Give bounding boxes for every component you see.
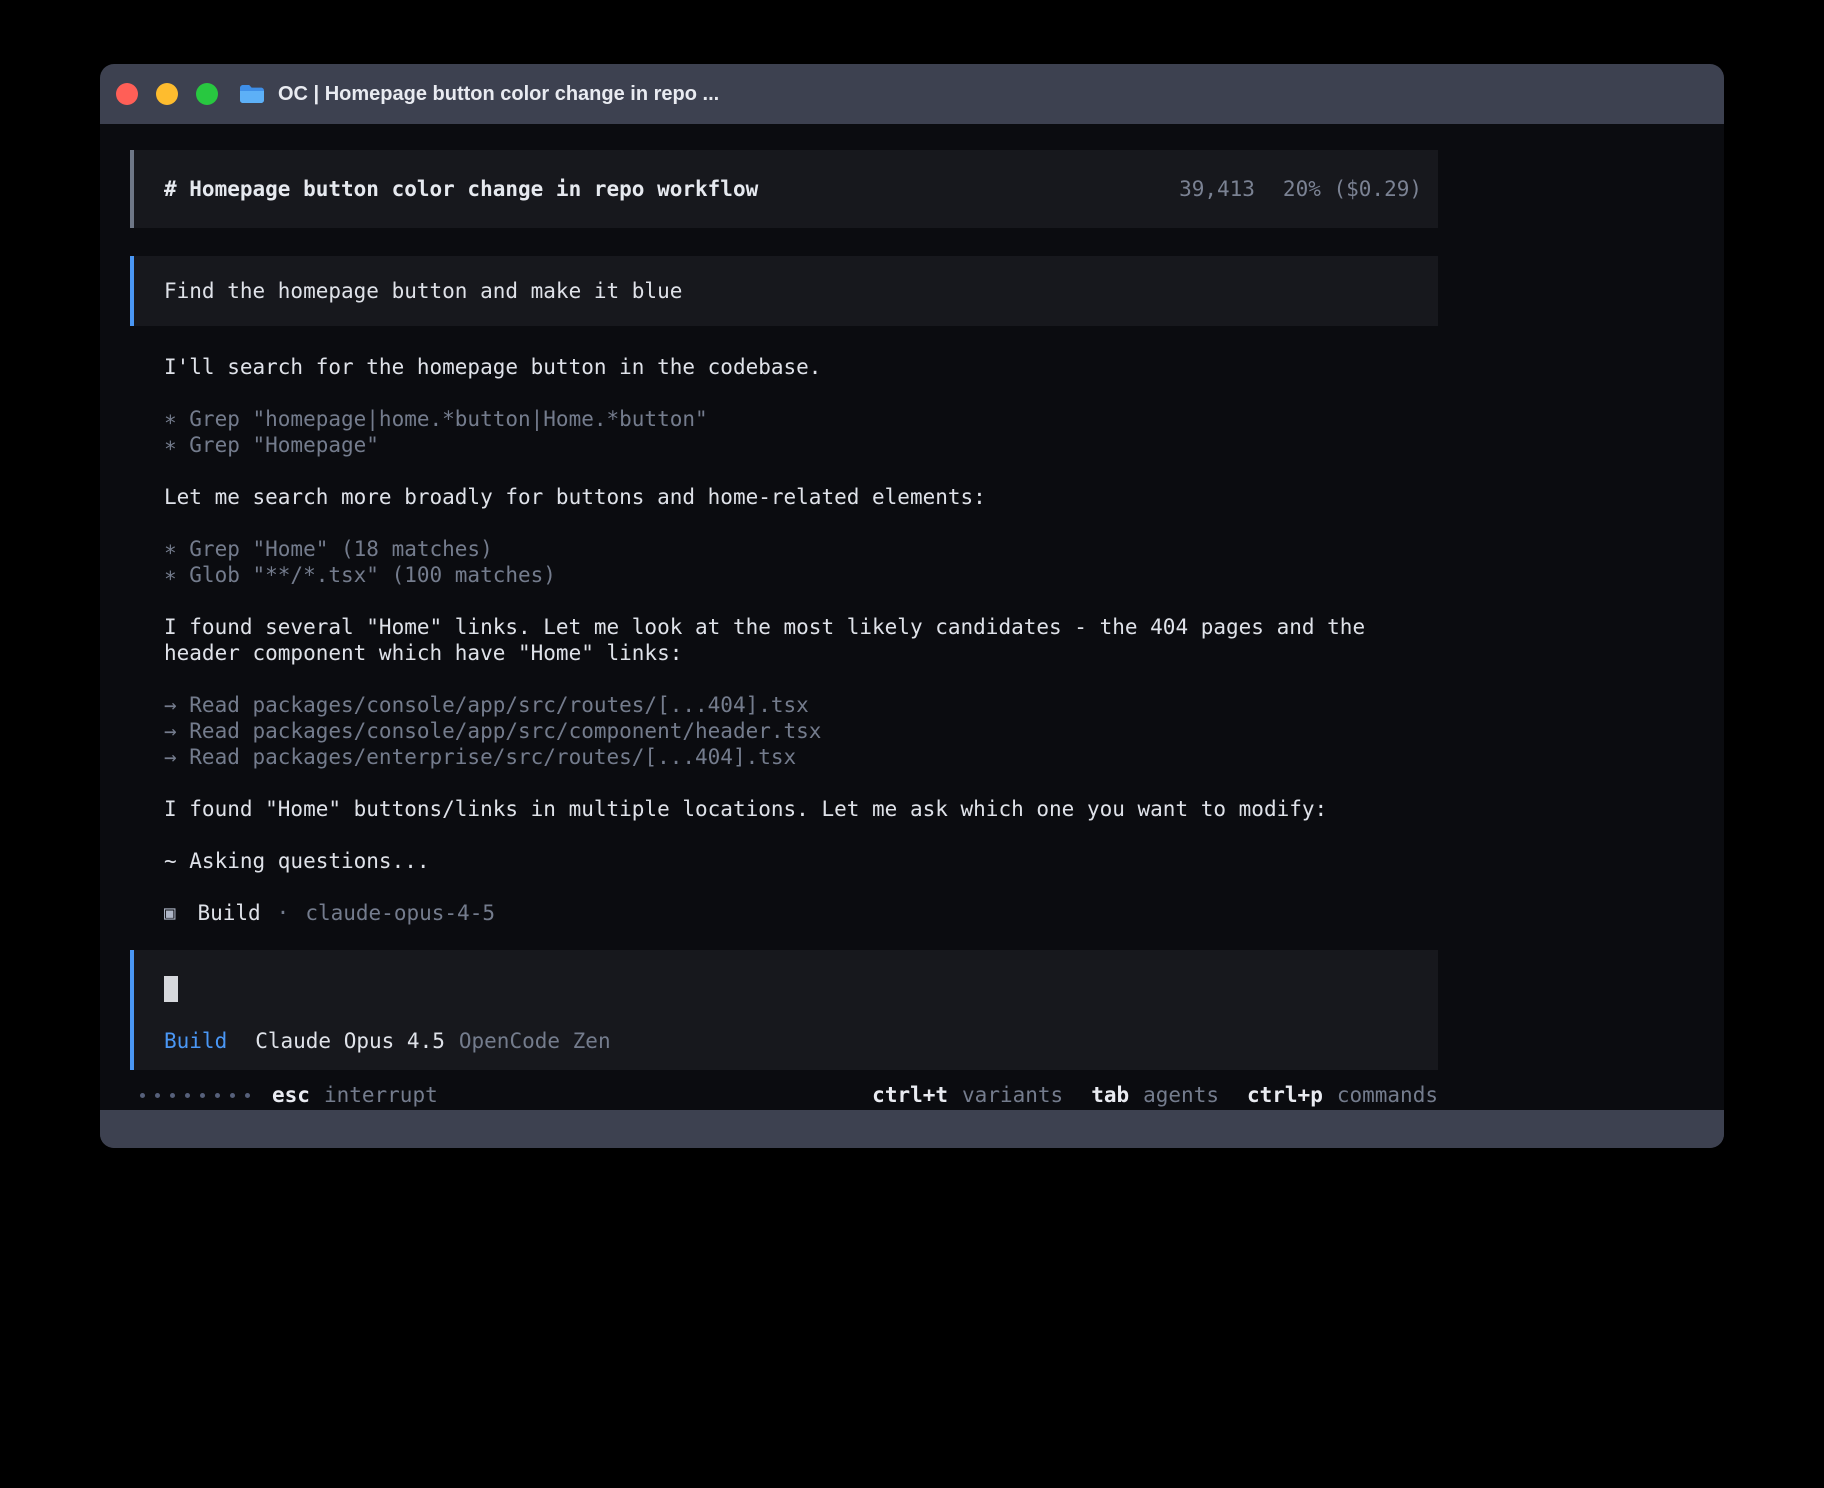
status-bar-right: ctrl+t variants tab agents ctrl+p comman…	[872, 1082, 1438, 1108]
assistant-paragraph: I found "Home" buttons/links in multiple…	[130, 796, 1438, 822]
titlebar: OC | Homepage button color change in rep…	[100, 64, 1724, 124]
asking-status-line: ~ Asking questions...	[164, 848, 1438, 874]
status-bar: esc interrupt ctrl+t variants tab agents…	[130, 1082, 1438, 1108]
agent-status-line: ▣ Build · claude-opus-4-5	[130, 900, 1438, 926]
prompt-input-block[interactable]: Build Claude Opus 4.5 OpenCode Zen	[130, 950, 1438, 1070]
agent-model: claude-opus-4-5	[305, 900, 495, 926]
agent-separator: ·	[277, 900, 290, 926]
window-bottom-chrome	[100, 1110, 1724, 1148]
grep-tool-line: ∗ Grep "Home" (18 matches)	[164, 536, 1438, 562]
session-title: # Homepage button color change in repo w…	[164, 176, 758, 202]
agent-name: Build	[197, 900, 260, 926]
tool-call-group: ∗ Grep "homepage|home.*button|Home.*butt…	[130, 406, 1438, 458]
shortcut-agents: tab agents	[1091, 1082, 1219, 1108]
shortcut-action: commands	[1337, 1082, 1438, 1108]
shortcut-key: ctrl+t	[872, 1082, 948, 1108]
spinner	[140, 1093, 250, 1098]
assistant-paragraph: I'll search for the homepage button in t…	[130, 354, 1438, 380]
context-usage: 20% ($0.29)	[1283, 176, 1422, 202]
user-message-text: Find the homepage button and make it blu…	[164, 278, 682, 304]
glob-tool-line: ∗ Glob "**/*.tsx" (100 matches)	[164, 562, 1438, 588]
assistant-paragraph: Let me search more broadly for buttons a…	[130, 484, 1438, 510]
input-model-line: Build Claude Opus 4.5 OpenCode Zen	[164, 1028, 1408, 1054]
grep-tool-line: ∗ Grep "homepage|home.*button|Home.*butt…	[164, 406, 1438, 432]
close-button[interactable]	[116, 83, 138, 105]
shortcut-commands: ctrl+p commands	[1247, 1082, 1438, 1108]
minimize-button[interactable]	[156, 83, 178, 105]
session-stats: 39,413 20% ($0.29)	[1179, 176, 1422, 202]
terminal-window: OC | Homepage button color change in rep…	[100, 64, 1724, 1148]
assistant-paragraph: I found several "Home" links. Let me loo…	[130, 614, 1438, 666]
assistant-intro-text: I'll search for the homepage button in t…	[164, 354, 1438, 380]
esc-action-label: interrupt	[324, 1082, 438, 1108]
shortcut-action: variants	[962, 1082, 1063, 1108]
shortcut-key: ctrl+p	[1247, 1082, 1323, 1108]
assistant-search-text: Let me search more broadly for buttons a…	[164, 484, 1438, 510]
agent-icon: ▣	[164, 900, 175, 926]
shortcut-variants: ctrl+t variants	[872, 1082, 1063, 1108]
window-controls	[116, 83, 218, 105]
status-bar-left: esc interrupt	[140, 1082, 438, 1108]
user-message-block: Find the homepage button and make it blu…	[130, 256, 1438, 326]
shortcut-key: tab	[1091, 1082, 1129, 1108]
session-column: # Homepage button color change in repo w…	[130, 124, 1438, 1108]
mode-label: Build	[164, 1028, 227, 1054]
asking-status-group: ~ Asking questions...	[130, 848, 1438, 874]
read-file-line: → Read packages/console/app/src/componen…	[164, 718, 1438, 744]
read-file-line: → Read packages/console/app/src/routes/[…	[164, 692, 1438, 718]
tool-call-group: ∗ Grep "Home" (18 matches) ∗ Glob "**/*.…	[130, 536, 1438, 588]
session-header-block: # Homepage button color change in repo w…	[130, 150, 1438, 228]
window-title: OC | Homepage button color change in rep…	[278, 83, 719, 106]
model-label: Claude Opus 4.5	[255, 1028, 445, 1054]
tool-call-group: → Read packages/console/app/src/routes/[…	[130, 692, 1438, 770]
esc-key-label: esc	[272, 1082, 310, 1108]
assistant-candidates-text: I found several "Home" links. Let me loo…	[164, 614, 1438, 666]
shortcut-action: agents	[1143, 1082, 1219, 1108]
token-count: 39,413	[1179, 176, 1255, 202]
provider-label: OpenCode Zen	[459, 1028, 611, 1054]
text-cursor	[164, 976, 178, 1002]
folder-icon	[238, 83, 266, 105]
read-file-line: → Read packages/enterprise/src/routes/[.…	[164, 744, 1438, 770]
grep-tool-line: ∗ Grep "Homepage"	[164, 432, 1438, 458]
terminal-screen: # Homepage button color change in repo w…	[100, 124, 1724, 1110]
assistant-ask-text: I found "Home" buttons/links in multiple…	[164, 796, 1438, 822]
zoom-button[interactable]	[196, 83, 218, 105]
